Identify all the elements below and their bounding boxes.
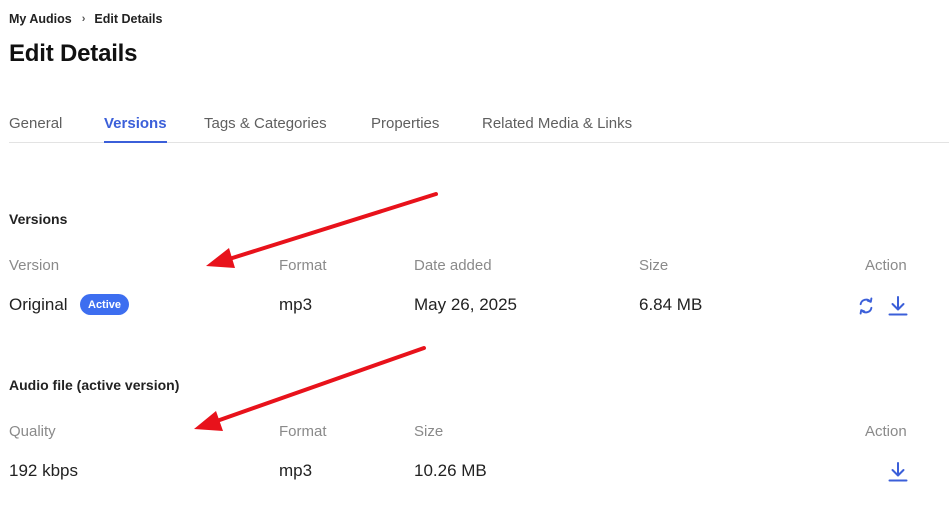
audio-format: mp3 xyxy=(279,461,313,480)
tab-related-media-links[interactable]: Related Media & Links xyxy=(482,115,632,143)
breadcrumb-current: Edit Details xyxy=(94,12,163,26)
audio-size: 10.26 MB xyxy=(414,461,487,480)
breadcrumb-my-audios-link[interactable]: My Audios xyxy=(9,12,72,26)
version-date-added: May 26, 2025 xyxy=(414,295,518,314)
active-status-badge: Active xyxy=(80,294,130,315)
tab-versions[interactable]: Versions xyxy=(104,115,167,143)
chevron-right-icon: › xyxy=(81,13,86,25)
replace-icon[interactable] xyxy=(857,296,875,316)
version-size: 6.84 MB xyxy=(639,295,703,314)
edit-details-page: My Audios › Edit Details Edit Details Ge… xyxy=(0,0,949,524)
audio-quality: 192 kbps xyxy=(9,461,78,480)
breadcrumb: My Audios › Edit Details xyxy=(9,12,162,26)
column-header-action: Action xyxy=(865,257,907,274)
column-header-quality: Quality xyxy=(9,423,56,440)
version-format: mp3 xyxy=(279,295,313,314)
column-header-version: Version xyxy=(9,257,60,274)
download-icon[interactable] xyxy=(888,461,908,483)
column-header-format: Format xyxy=(279,423,327,440)
column-header-size: Size xyxy=(639,257,669,274)
tab-tags-categories[interactable]: Tags & Categories xyxy=(204,115,327,143)
audio-file-section-title: Audio file (active version) xyxy=(9,377,180,393)
tab-properties[interactable]: Properties xyxy=(371,115,439,143)
version-name: Original xyxy=(9,295,68,314)
column-header-format: Format xyxy=(279,257,327,274)
annotation-arrow xyxy=(194,346,426,431)
tab-bar: General Versions Tags & Categories Prope… xyxy=(9,104,949,143)
page-title: Edit Details xyxy=(9,40,138,67)
download-icon[interactable] xyxy=(888,295,908,317)
column-header-date-added: Date added xyxy=(414,257,492,274)
versions-section-title: Versions xyxy=(9,211,68,227)
column-header-action: Action xyxy=(865,423,907,440)
column-header-size: Size xyxy=(414,423,444,440)
tab-general[interactable]: General xyxy=(9,115,62,143)
